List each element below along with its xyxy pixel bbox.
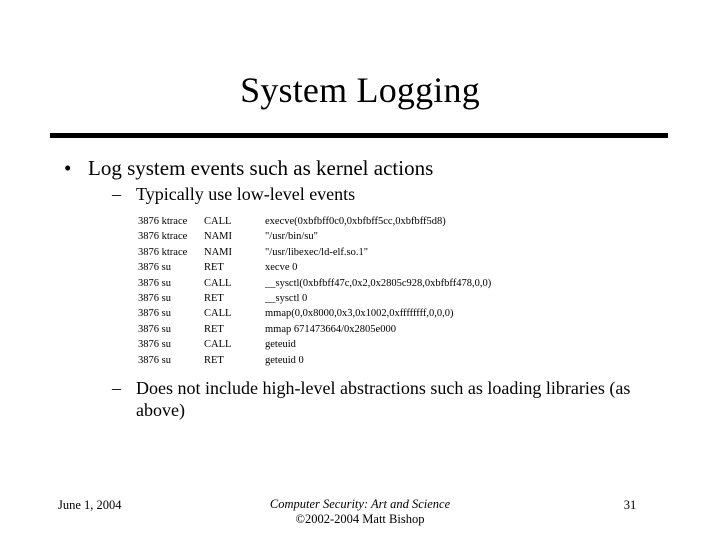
bullet-text: Log system events such as kernel actions — [88, 156, 434, 180]
log-pid-process: 3876 su — [138, 308, 171, 320]
table-row: 3876 su CALL __sysctl(0xbfbff47c,0x2,0x2… — [138, 276, 638, 291]
log-detail: __sysctl 0 — [265, 292, 308, 304]
slide-footer: June 1, 2004 Computer Security: Art and … — [0, 494, 720, 540]
table-row: 3876 ktrace NAMI "/usr/bin/su" — [138, 229, 638, 244]
table-row: 3876 su RET geteuid 0 — [138, 353, 638, 368]
log-operation: CALL — [204, 339, 232, 351]
log-detail: __sysctl(0xbfbff47c,0x2,0x2805c928,0xbfb… — [265, 277, 492, 289]
log-operation: CALL — [204, 277, 232, 289]
log-pid-process: 3876 su — [138, 323, 171, 335]
log-detail: "/usr/libexec/ld-elf.so.1" — [265, 246, 369, 258]
log-pid-process: 3876 su — [138, 354, 171, 366]
ktrace-log-table: 3876 ktrace CALL execve(0xbfbff0c0,0xbfb… — [138, 214, 638, 368]
slide: System Logging • Log system events such … — [0, 0, 720, 540]
footer-attribution: Computer Security: Art and Science ©2002… — [160, 497, 560, 527]
footer-date: June 1, 2004 — [58, 498, 122, 512]
table-row: 3876 su RET mmap 671473664/0x2805e000 — [138, 322, 638, 337]
log-detail: "/usr/bin/su" — [265, 231, 318, 243]
log-operation: CALL — [204, 308, 232, 320]
table-row: 3876 ktrace CALL execve(0xbfbff0c0,0xbfb… — [138, 214, 638, 229]
log-pid-process: 3876 su — [138, 262, 171, 274]
log-pid-process: 3876 su — [138, 339, 171, 351]
table-row: 3876 su RET __sysctl 0 — [138, 291, 638, 306]
footer-page-number: 31 — [623, 498, 637, 512]
log-pid-process: 3876 ktrace — [138, 246, 188, 258]
log-pid-process: 3876 su — [138, 277, 171, 289]
table-row: 3876 ktrace NAMI "/usr/libexec/ld-elf.so… — [138, 245, 638, 260]
log-pid-process: 3876 ktrace — [138, 216, 188, 227]
log-pid-process: 3876 ktrace — [138, 231, 188, 243]
bullet-level2-1: – Typically use low-level events — [50, 183, 680, 205]
dash-marker-icon: – — [112, 184, 121, 204]
log-operation: RET — [204, 323, 224, 335]
table-row: 3876 su CALL mmap(0,0x8000,0x3,0x1002,0x… — [138, 306, 638, 321]
bullet-text: Does not include high-level abstractions… — [136, 378, 631, 420]
log-pid-process: 3876 su — [138, 292, 171, 304]
log-operation: CALL — [204, 216, 232, 227]
bullet-marker-icon: • — [64, 156, 72, 180]
log-detail: mmap(0,0x8000,0x3,0x1002,0xffffffff,0,0,… — [265, 308, 454, 320]
title-divider — [50, 133, 668, 138]
log-detail: xecve 0 — [265, 262, 298, 274]
log-operation: RET — [204, 292, 224, 304]
dash-marker-icon: – — [112, 378, 121, 398]
log-detail: execve(0xbfbff0c0,0xbfbff5cc,0xbfbff5d8) — [265, 216, 446, 227]
footer-copyright: ©2002-2004 Matt Bishop — [295, 512, 425, 526]
log-operation: RET — [204, 262, 224, 274]
log-detail: mmap 671473664/0x2805e000 — [265, 323, 396, 335]
table-row: 3876 su RET xecve 0 — [138, 260, 638, 275]
log-operation: NAMI — [204, 246, 232, 258]
log-operation: NAMI — [204, 231, 232, 243]
table-row: 3876 su CALL geteuid — [138, 337, 638, 352]
bullet-text: Typically use low-level events — [136, 184, 356, 204]
log-detail: geteuid — [265, 339, 296, 351]
footer-book-title: Computer Security: Art and Science — [269, 497, 451, 511]
log-detail: geteuid 0 — [265, 354, 304, 366]
bullet-level1-1: • Log system events such as kernel actio… — [50, 155, 680, 181]
log-operation: RET — [204, 354, 224, 366]
bullet-level2-2: – Does not include high-level abstractio… — [50, 377, 680, 421]
page-title: System Logging — [240, 70, 480, 110]
